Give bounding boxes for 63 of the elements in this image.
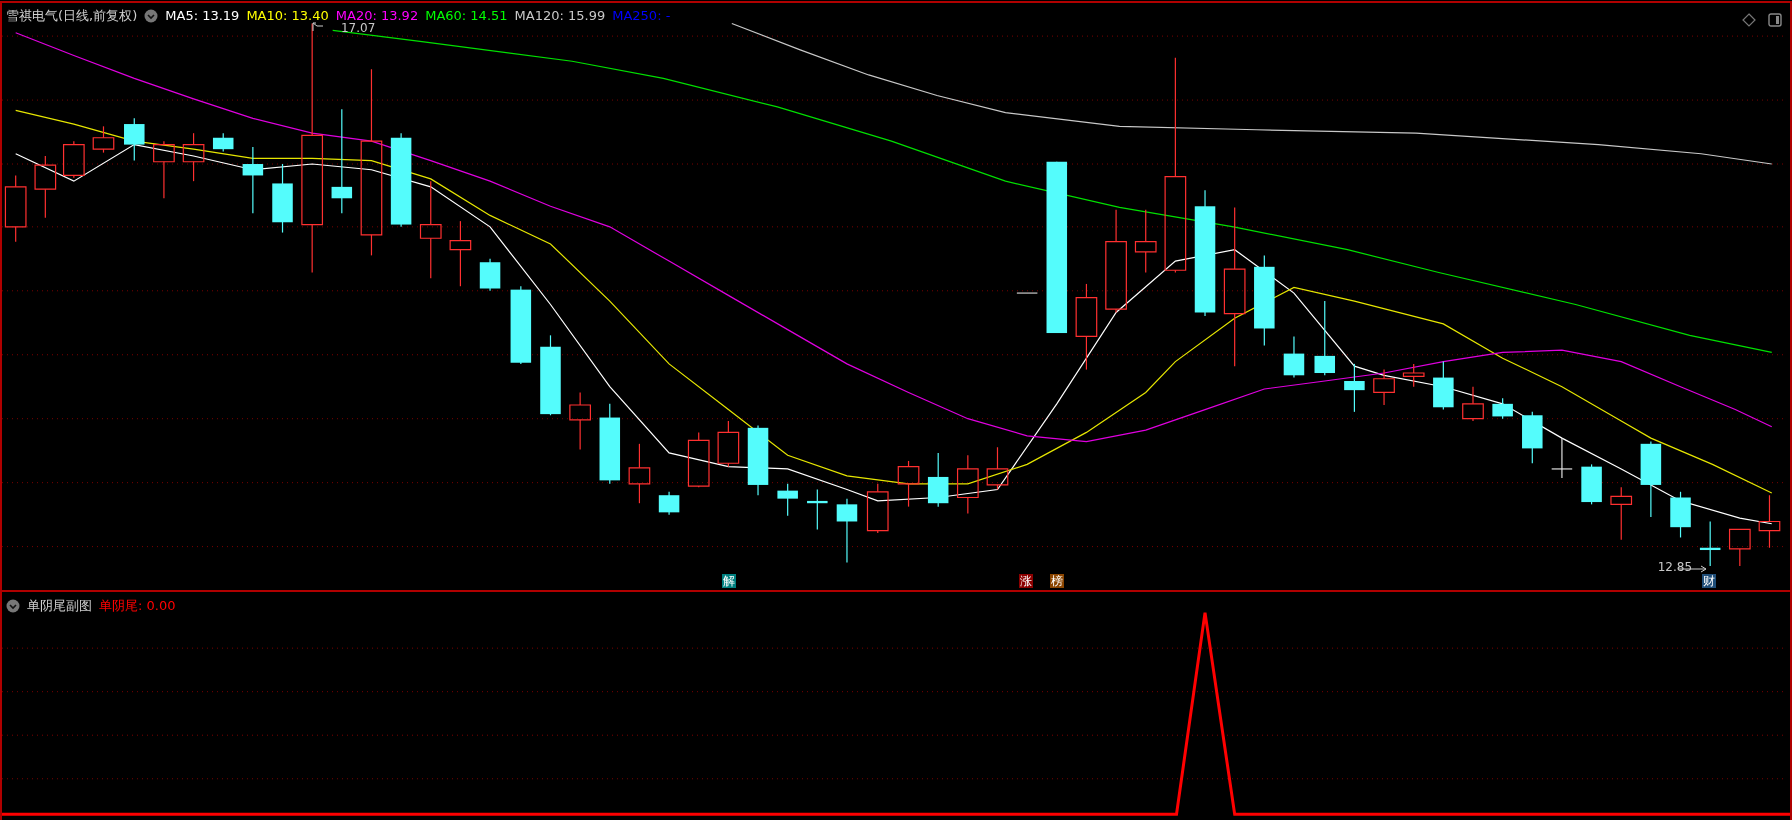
candlestick [479,258,501,292]
candlestick [1551,437,1573,479]
candlestick [1283,335,1305,379]
candlestick [1134,209,1157,274]
candlestick [1462,386,1484,422]
indicator-value: MA250: - [612,7,671,24]
candlestick [4,174,27,243]
candlestick [1610,486,1633,541]
candlestick [836,498,858,564]
panel-toggle-icon[interactable] [1768,13,1782,27]
indicator-value: 单阴尾: 0.00 [99,597,176,614]
candlestick [986,446,1009,491]
diamond-icon[interactable] [1742,13,1756,27]
candlestick [927,452,949,508]
candlestick [153,140,175,199]
candlestick [807,488,828,531]
candlestick [628,443,651,504]
candlestick [1728,528,1751,567]
candlestick [212,132,234,153]
indicator-value: MA10: 13.40 [246,7,329,24]
price-label: 17.07 [341,21,376,36]
chevron-circle-icon[interactable] [144,8,159,23]
event-marker[interactable]: 涨 [1019,574,1034,588]
candlestick [866,483,889,534]
chart-title: 单阴尾副图 [27,597,92,614]
candlestick [1699,520,1721,567]
candlestick [1016,292,1038,294]
candlestick [747,424,769,496]
candlestick [1492,397,1513,420]
chevron-circle-icon[interactable] [6,598,20,613]
candlestick [1758,494,1781,549]
indicator-value: MA20: 13.92 [335,7,419,23]
candlestick [1433,361,1454,411]
event-marker[interactable]: 榜 [1049,574,1064,588]
candlestick [124,117,145,162]
candlestick [1402,363,1425,388]
candlestick [272,163,293,234]
price-label: 12.85 [1657,560,1693,575]
candlestick [34,155,57,219]
candlestick [1670,491,1691,539]
indicator-value: MA120: 15.99 [514,7,606,24]
pointer-icon [312,21,325,32]
candlestick [242,146,264,214]
event-marker[interactable]: 财 [1702,574,1717,588]
event-marker[interactable]: 解 [721,574,736,588]
candlestick [777,483,798,517]
candlestick [1522,411,1543,464]
candlestick [658,491,680,516]
candlestick [182,132,205,182]
candlestick [717,420,740,468]
candlestick [897,460,920,508]
candlestick [449,220,472,287]
chart-title: 雪祺电气(日线,前复权) [6,7,138,24]
candlestick [687,431,710,488]
indicator-value: MA60: 14.51 [425,7,508,24]
candlestick [63,140,85,179]
candlestick [1344,363,1365,413]
indicator-value: MA5: 13.19 [165,7,240,24]
candlestick [957,454,979,515]
candlestick [1581,463,1602,505]
candlestick [569,391,591,451]
candlestick [1373,369,1395,406]
candlestick [92,125,115,154]
